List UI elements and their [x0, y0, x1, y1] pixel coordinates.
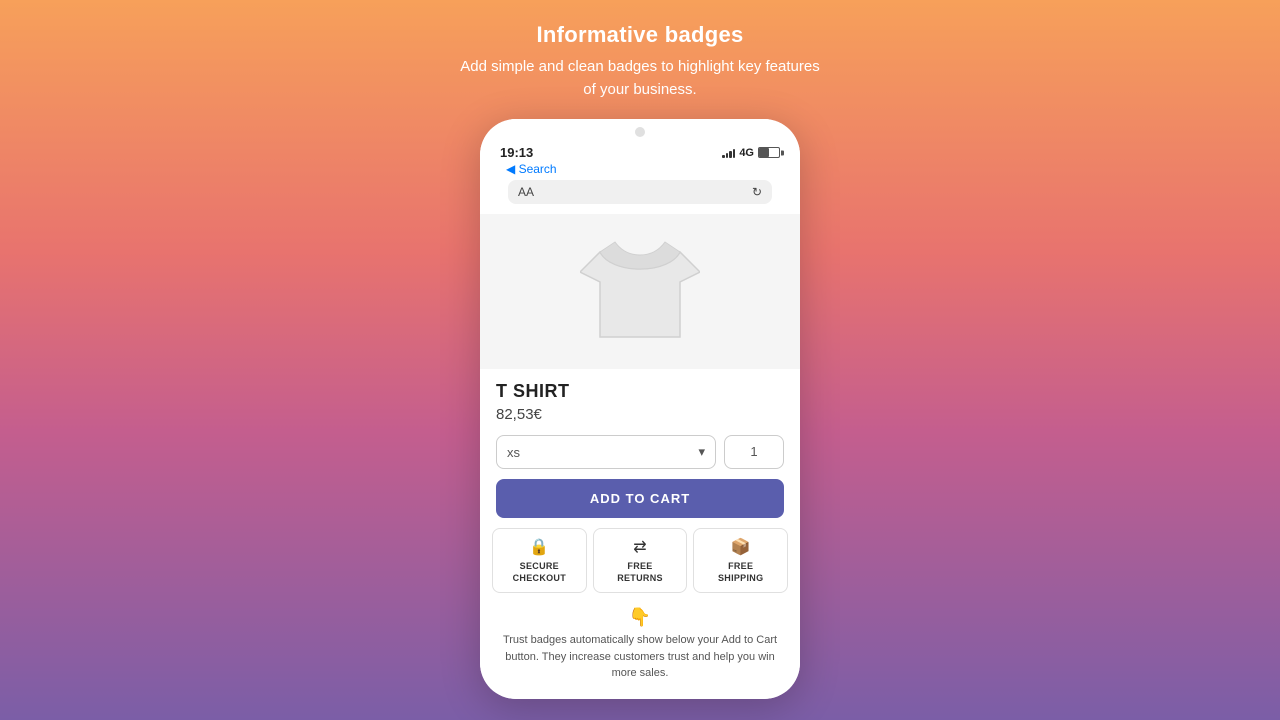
trust-text: Trust badges automatically show below yo…: [496, 632, 784, 682]
badges-row: 🔒 SECURECHECKOUT ⇄ FREERETURNS 📦 FREESHI…: [480, 528, 800, 593]
size-value: xs: [507, 445, 520, 460]
page-background: Informative badges Add simple and clean …: [0, 0, 1280, 720]
quantity-input[interactable]: 1: [724, 435, 784, 469]
size-select[interactable]: xs ▾: [496, 435, 716, 469]
free-shipping-icon: 📦: [731, 537, 751, 557]
status-time: 19:13: [500, 145, 533, 160]
trust-section: 👇 Trust badges automatically show below …: [480, 601, 800, 688]
signal-bars-icon: [722, 148, 735, 158]
product-info: T SHIRT 82,53€: [480, 369, 800, 435]
back-button-label[interactable]: ◀ Search: [506, 162, 557, 176]
product-image-area: [480, 214, 800, 369]
battery-fill: [759, 148, 769, 157]
badge-free-shipping: 📦 FREESHIPPING: [693, 528, 788, 593]
phone-content: T SHIRT 82,53€ xs ▾ 1 ADD TO CART 🔒 SECU…: [480, 214, 800, 699]
secure-checkout-label: SECURECHECKOUT: [513, 561, 566, 584]
url-aa-label: AA: [518, 185, 534, 199]
product-price: 82,53€: [496, 406, 784, 423]
size-chevron-icon: ▾: [698, 444, 705, 460]
status-bar: 19:13 4G: [498, 145, 782, 160]
header-title: Informative badges: [536, 22, 743, 48]
free-shipping-label: FREESHIPPING: [718, 561, 763, 584]
url-bar[interactable]: AA ↻: [508, 180, 772, 204]
product-name: T SHIRT: [496, 381, 784, 402]
network-label: 4G: [739, 147, 754, 159]
badge-secure-checkout: 🔒 SECURECHECKOUT: [492, 528, 587, 593]
phone-frame: 19:13 4G ◀ Search AA ↻: [480, 119, 800, 699]
phone-camera: [635, 127, 645, 137]
tshirt-image: [580, 227, 700, 357]
product-controls: xs ▾ 1: [480, 435, 800, 469]
add-to-cart-button[interactable]: ADD TO CART: [496, 479, 784, 518]
phone-top-bar: 19:13 4G ◀ Search AA ↻: [480, 119, 800, 214]
battery-icon: [758, 147, 780, 158]
refresh-icon[interactable]: ↻: [752, 185, 762, 199]
secure-checkout-icon: 🔒: [529, 537, 549, 557]
free-returns-label: FREERETURNS: [617, 561, 663, 584]
phone-notch-row: [498, 127, 782, 141]
nav-bar: ◀ Search: [498, 160, 782, 180]
free-returns-icon: ⇄: [633, 537, 646, 557]
header-subtitle: Add simple and clean badges to highlight…: [460, 56, 820, 101]
status-icons: 4G: [722, 147, 780, 159]
trust-emoji: 👇: [629, 607, 651, 628]
badge-free-returns: ⇄ FREERETURNS: [593, 528, 688, 593]
